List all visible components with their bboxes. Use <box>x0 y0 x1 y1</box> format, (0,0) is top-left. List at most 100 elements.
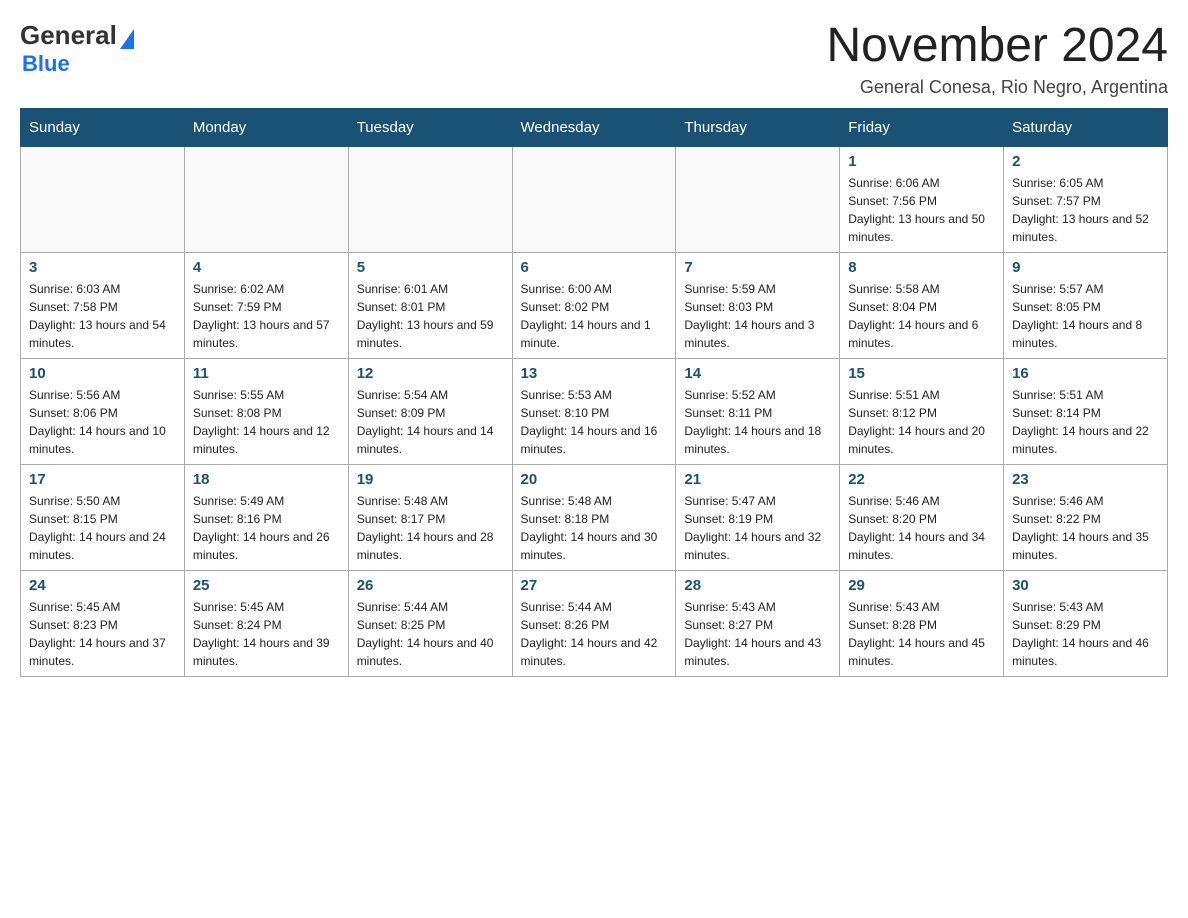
calendar-cell: 16Sunrise: 5:51 AMSunset: 8:14 PMDayligh… <box>1004 358 1168 464</box>
weekday-header-monday: Monday <box>184 108 348 146</box>
day-info: Sunrise: 5:43 AMSunset: 8:28 PMDaylight:… <box>848 598 995 670</box>
day-number: 16 <box>1012 365 1159 382</box>
calendar-cell: 17 Sunrise: 5:50 AMSunset: 8:15 PMDayligh… <box>21 464 185 570</box>
day-number: 2 <box>1012 153 1159 170</box>
calendar-week-1: 1 Sunrise: 6:06 AMSunset: 7:56 PMDaylight… <box>21 146 1168 252</box>
day-number: 3 <box>29 259 176 276</box>
weekday-header-wednesday: Wednesday <box>512 108 676 146</box>
calendar-week-4: 17 Sunrise: 5:50 AMSunset: 8:15 PMDayligh… <box>21 464 1168 570</box>
calendar-cell <box>348 146 512 252</box>
day-info: Sunrise: 5:48 AMSunset: 8:17 PMDaylight:… <box>357 492 504 564</box>
calendar-cell: 5 Sunrise: 6:01 AMSunset: 8:01 PMDaylight… <box>348 252 512 358</box>
calendar-week-2: 3 Sunrise: 6:03 AMSunset: 7:58 PMDaylight… <box>21 252 1168 358</box>
day-number: 1 <box>848 153 995 170</box>
calendar-cell: 12 Sunrise: 5:54 AMSunset: 8:09 PMDayligh… <box>348 358 512 464</box>
day-info: Sunrise: 5:48 AMSunset: 8:18 PMDaylight:… <box>521 492 668 564</box>
calendar-cell: 22Sunrise: 5:46 AMSunset: 8:20 PMDayligh… <box>840 464 1004 570</box>
day-info: Sunrise: 5:53 AMSunset: 8:10 PMDaylight:… <box>521 386 668 458</box>
weekday-header-row: SundayMondayTuesdayWednesdayThursdayFrid… <box>21 108 1168 146</box>
day-info: Sunrise: 6:03 AMSunset: 7:58 PMDaylight:… <box>29 280 176 352</box>
logo-general-text: General <box>20 20 117 51</box>
calendar-cell: 14 Sunrise: 5:52 AMSunset: 8:11 PMDayligh… <box>676 358 840 464</box>
calendar-cell: 25Sunrise: 5:45 AMSunset: 8:24 PMDayligh… <box>184 570 348 676</box>
calendar-cell: 15 Sunrise: 5:51 AMSunset: 8:12 PMDayligh… <box>840 358 1004 464</box>
location-text: General Conesa, Rio Negro, Argentina <box>826 77 1168 98</box>
day-info: Sunrise: 6:05 AMSunset: 7:57 PMDaylight:… <box>1012 174 1159 246</box>
day-info: Sunrise: 5:57 AMSunset: 8:05 PMDaylight:… <box>1012 280 1159 352</box>
day-number: 7 <box>684 259 831 276</box>
month-title: November 2024 <box>826 20 1168 73</box>
day-number: 26 <box>357 577 504 594</box>
day-number: 10 <box>29 365 176 382</box>
page-header: General Blue November 2024 General Cones… <box>20 20 1168 98</box>
day-number: 9 <box>1012 259 1159 276</box>
calendar-week-5: 24Sunrise: 5:45 AMSunset: 8:23 PMDayligh… <box>21 570 1168 676</box>
day-info: Sunrise: 5:59 AMSunset: 8:03 PMDaylight:… <box>684 280 831 352</box>
calendar-cell: 19 Sunrise: 5:48 AMSunset: 8:17 PMDayligh… <box>348 464 512 570</box>
calendar-cell: 10 Sunrise: 5:56 AMSunset: 8:06 PMDayligh… <box>21 358 185 464</box>
calendar-cell: 2 Sunrise: 6:05 AMSunset: 7:57 PMDaylight… <box>1004 146 1168 252</box>
day-number: 25 <box>193 577 340 594</box>
day-number: 17 <box>29 471 176 488</box>
day-info: Sunrise: 5:52 AMSunset: 8:11 PMDaylight:… <box>684 386 831 458</box>
calendar-week-3: 10 Sunrise: 5:56 AMSunset: 8:06 PMDayligh… <box>21 358 1168 464</box>
day-number: 27 <box>521 577 668 594</box>
weekday-header-saturday: Saturday <box>1004 108 1168 146</box>
day-info: Sunrise: 5:43 AMSunset: 8:27 PMDaylight:… <box>684 598 831 670</box>
calendar-header: SundayMondayTuesdayWednesdayThursdayFrid… <box>21 108 1168 146</box>
weekday-header-thursday: Thursday <box>676 108 840 146</box>
calendar-cell: 4 Sunrise: 6:02 AMSunset: 7:59 PMDaylight… <box>184 252 348 358</box>
day-info: Sunrise: 5:44 AMSunset: 8:25 PMDaylight:… <box>357 598 504 670</box>
day-number: 22 <box>848 471 995 488</box>
day-number: 14 <box>684 365 831 382</box>
title-section: November 2024 General Conesa, Rio Negro,… <box>826 20 1168 98</box>
calendar-cell <box>676 146 840 252</box>
day-number: 15 <box>848 365 995 382</box>
day-info: Sunrise: 5:46 AMSunset: 8:22 PMDaylight:… <box>1012 492 1159 564</box>
calendar-cell: 11Sunrise: 5:55 AMSunset: 8:08 PMDayligh… <box>184 358 348 464</box>
calendar-table: SundayMondayTuesdayWednesdayThursdayFrid… <box>20 108 1168 677</box>
day-number: 12 <box>357 365 504 382</box>
calendar-cell <box>21 146 185 252</box>
calendar-cell: 24Sunrise: 5:45 AMSunset: 8:23 PMDayligh… <box>21 570 185 676</box>
day-info: Sunrise: 5:54 AMSunset: 8:09 PMDaylight:… <box>357 386 504 458</box>
day-number: 13 <box>521 365 668 382</box>
weekday-header-sunday: Sunday <box>21 108 185 146</box>
calendar-cell: 7 Sunrise: 5:59 AMSunset: 8:03 PMDaylight… <box>676 252 840 358</box>
day-info: Sunrise: 5:47 AMSunset: 8:19 PMDaylight:… <box>684 492 831 564</box>
day-info: Sunrise: 5:56 AMSunset: 8:06 PMDaylight:… <box>29 386 176 458</box>
day-number: 30 <box>1012 577 1159 594</box>
day-number: 19 <box>357 471 504 488</box>
day-info: Sunrise: 6:06 AMSunset: 7:56 PMDaylight:… <box>848 174 995 246</box>
calendar-cell: 20 Sunrise: 5:48 AMSunset: 8:18 PMDayligh… <box>512 464 676 570</box>
calendar-cell: 30Sunrise: 5:43 AMSunset: 8:29 PMDayligh… <box>1004 570 1168 676</box>
day-info: Sunrise: 5:51 AMSunset: 8:12 PMDaylight:… <box>848 386 995 458</box>
day-info: Sunrise: 5:44 AMSunset: 8:26 PMDaylight:… <box>521 598 668 670</box>
day-info: Sunrise: 5:45 AMSunset: 8:23 PMDaylight:… <box>29 598 176 670</box>
calendar-cell: 26 Sunrise: 5:44 AMSunset: 8:25 PMDayligh… <box>348 570 512 676</box>
weekday-header-friday: Friday <box>840 108 1004 146</box>
day-number: 18 <box>193 471 340 488</box>
day-info: Sunrise: 6:01 AMSunset: 8:01 PMDaylight:… <box>357 280 504 352</box>
calendar-cell <box>184 146 348 252</box>
calendar-cell: 3 Sunrise: 6:03 AMSunset: 7:58 PMDaylight… <box>21 252 185 358</box>
day-info: Sunrise: 6:02 AMSunset: 7:59 PMDaylight:… <box>193 280 340 352</box>
day-info: Sunrise: 5:49 AMSunset: 8:16 PMDaylight:… <box>193 492 340 564</box>
weekday-header-tuesday: Tuesday <box>348 108 512 146</box>
logo: General Blue <box>20 20 134 77</box>
calendar-cell: 29Sunrise: 5:43 AMSunset: 8:28 PMDayligh… <box>840 570 1004 676</box>
day-number: 5 <box>357 259 504 276</box>
day-number: 6 <box>521 259 668 276</box>
day-number: 23 <box>1012 471 1159 488</box>
day-info: Sunrise: 5:58 AMSunset: 8:04 PMDaylight:… <box>848 280 995 352</box>
day-info: Sunrise: 6:00 AMSunset: 8:02 PMDaylight:… <box>521 280 668 352</box>
day-info: Sunrise: 5:55 AMSunset: 8:08 PMDaylight:… <box>193 386 340 458</box>
day-number: 4 <box>193 259 340 276</box>
day-number: 20 <box>521 471 668 488</box>
calendar-cell: 27 Sunrise: 5:44 AMSunset: 8:26 PMDayligh… <box>512 570 676 676</box>
logo-blue-text: Blue <box>22 51 70 76</box>
calendar-cell: 18 Sunrise: 5:49 AMSunset: 8:16 PMDayligh… <box>184 464 348 570</box>
calendar-cell: 21Sunrise: 5:47 AMSunset: 8:19 PMDayligh… <box>676 464 840 570</box>
day-info: Sunrise: 5:50 AMSunset: 8:15 PMDaylight:… <box>29 492 176 564</box>
calendar-cell: 8Sunrise: 5:58 AMSunset: 8:04 PMDaylight… <box>840 252 1004 358</box>
